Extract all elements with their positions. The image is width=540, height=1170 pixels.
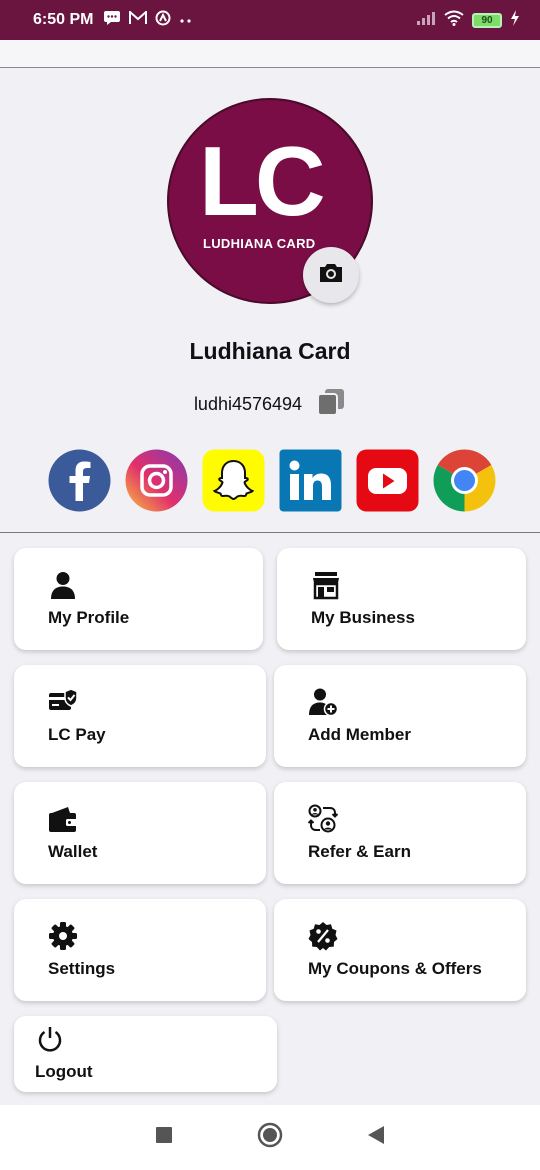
wallet-card[interactable]: Wallet bbox=[14, 782, 266, 884]
person-icon bbox=[48, 570, 78, 600]
copy-icon[interactable] bbox=[316, 388, 346, 421]
add-member-label: Add Member bbox=[308, 725, 411, 744]
section-divider bbox=[0, 532, 540, 533]
social-links bbox=[48, 449, 496, 512]
my-business-card[interactable]: My Business bbox=[277, 548, 526, 650]
lc-pay-card[interactable]: LC Pay bbox=[14, 665, 266, 767]
home-button-icon[interactable] bbox=[257, 1122, 283, 1153]
change-photo-button[interactable] bbox=[303, 247, 359, 303]
logout-label: Logout bbox=[35, 1062, 93, 1081]
settings-label: Settings bbox=[48, 959, 116, 978]
back-button-icon[interactable] bbox=[367, 1125, 385, 1150]
my-profile-label: My Profile bbox=[48, 608, 130, 627]
coupons-offers-label: My Coupons & Offers bbox=[308, 959, 482, 978]
signal-icon bbox=[416, 11, 436, 30]
settings-card[interactable]: Settings bbox=[14, 899, 266, 1001]
linkedin-icon[interactable] bbox=[279, 449, 342, 512]
chrome-icon[interactable] bbox=[433, 449, 496, 512]
app-icon bbox=[155, 10, 171, 31]
refer-users-icon bbox=[307, 804, 339, 834]
charging-icon bbox=[510, 9, 520, 31]
recents-button-icon[interactable] bbox=[155, 1126, 173, 1149]
profile-name: Ludhiana Card bbox=[189, 338, 351, 364]
battery-icon: 90 bbox=[472, 12, 502, 28]
chat-icon bbox=[103, 10, 121, 31]
user-id-row: ludhi4576494 bbox=[0, 388, 540, 421]
gear-icon bbox=[48, 921, 78, 951]
status-time: 6:50 PM bbox=[33, 11, 94, 28]
coupons-offers-card[interactable]: My Coupons & Offers bbox=[274, 899, 526, 1001]
refer-earn-card[interactable]: Refer & Earn bbox=[274, 782, 526, 884]
facebook-icon[interactable] bbox=[48, 449, 111, 512]
store-icon bbox=[311, 570, 341, 600]
my-business-label: My Business bbox=[311, 608, 415, 627]
wallet-icon bbox=[48, 804, 78, 834]
add-member-card[interactable]: Add Member bbox=[274, 665, 526, 767]
payment-card-icon bbox=[48, 687, 78, 717]
power-icon bbox=[36, 1025, 66, 1055]
youtube-icon[interactable] bbox=[356, 449, 419, 512]
lc-pay-label: LC Pay bbox=[48, 725, 106, 744]
coupon-percent-icon bbox=[308, 921, 338, 951]
gmail-icon bbox=[129, 9, 148, 30]
user-id: ludhi4576494 bbox=[193, 394, 303, 414]
camera-icon bbox=[317, 261, 345, 290]
add-user-icon bbox=[308, 687, 339, 717]
wifi-icon bbox=[444, 10, 464, 31]
status-bar: 6:50 PM 90 bbox=[0, 0, 540, 40]
system-navigation-bar bbox=[0, 1105, 540, 1170]
more-dots-icon bbox=[179, 11, 193, 29]
header-strip bbox=[0, 40, 540, 68]
refer-earn-label: Refer & Earn bbox=[308, 842, 411, 861]
instagram-icon[interactable] bbox=[125, 449, 188, 512]
logo-subtext: LUDHIANA CARD bbox=[203, 236, 316, 251]
my-profile-card[interactable]: My Profile bbox=[14, 548, 263, 650]
wallet-label: Wallet bbox=[48, 842, 98, 861]
snapchat-icon[interactable] bbox=[202, 449, 265, 512]
logo-text: LC bbox=[199, 126, 326, 236]
logout-card[interactable]: Logout bbox=[14, 1016, 277, 1092]
